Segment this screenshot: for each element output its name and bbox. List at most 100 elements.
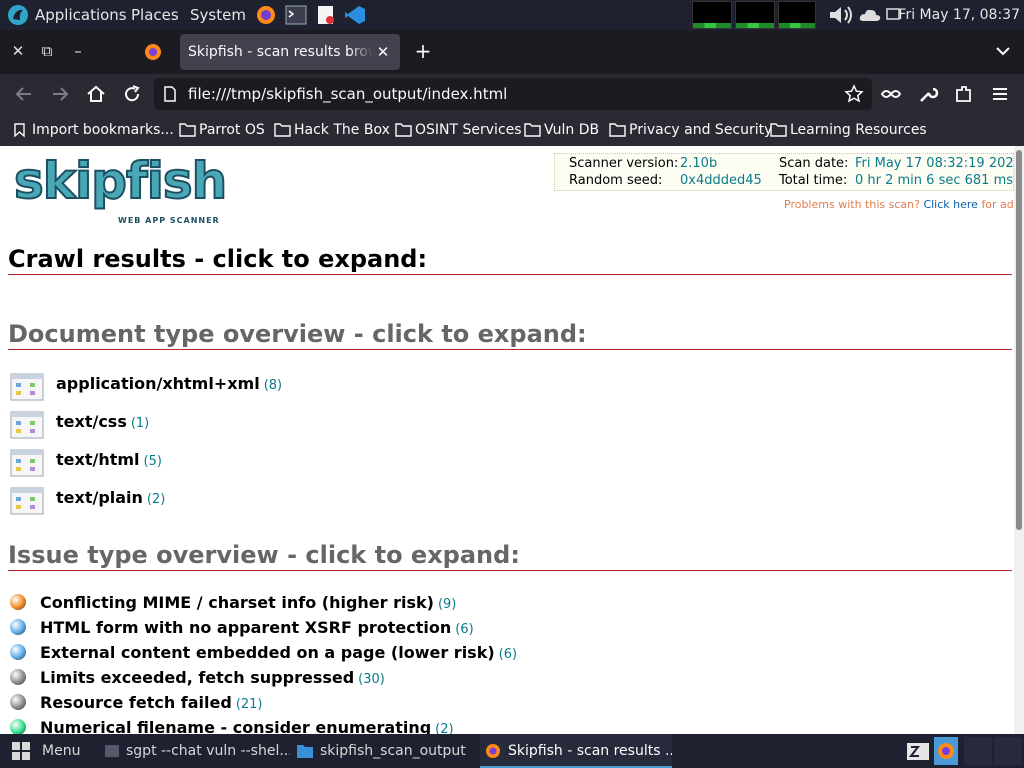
bookmark-star-icon[interactable]: [844, 84, 864, 104]
vscode-launcher-icon[interactable]: [344, 5, 366, 25]
document-type-icon: [10, 449, 44, 477]
tab-skipfish[interactable]: Skipfish - scan results browser ✕: [180, 34, 400, 70]
page-content: skipfish WEB APP SCANNER Scanner version…: [0, 146, 1014, 734]
firefox-icon: [938, 743, 954, 759]
doc-type-count: (1): [130, 416, 150, 431]
document-type-icon: [10, 487, 44, 515]
url-bar[interactable]: file:///tmp/skipfish_scan_output/index.h…: [154, 78, 872, 110]
bookmark-folder-vuln-db[interactable]: Vuln DB: [524, 114, 604, 146]
folder-icon: [395, 123, 412, 137]
system-top-panel: Applications Places System Fri May 17, 0…: [0, 0, 1024, 30]
memory-monitor-graph: [735, 1, 775, 29]
volume-icon[interactable]: [828, 4, 856, 26]
network-cloud-icon[interactable]: [858, 6, 882, 24]
workspace-1[interactable]: [964, 737, 992, 765]
bookmark-label: OSINT Services: [415, 122, 522, 138]
firefox-view-icon[interactable]: [144, 43, 162, 61]
folder-icon: [297, 745, 313, 758]
document-type-heading[interactable]: Document type overview - click to expand…: [8, 320, 1012, 350]
task-label: Skipfish - scan results ...: [508, 743, 672, 759]
back-arrow-icon[interactable]: [13, 83, 35, 105]
tab-close-icon[interactable]: ✕: [372, 41, 394, 63]
task-firefox[interactable]: Skipfish - scan results ...: [480, 734, 672, 768]
scrollbar-thumb[interactable]: [1016, 150, 1022, 530]
document-type-icon: [10, 411, 44, 439]
workspace-2[interactable]: [994, 737, 1022, 765]
problems-prefix: Problems with this scan?: [784, 198, 920, 211]
logo-text: skipfish: [13, 151, 228, 211]
doc-type-name: text/html: [56, 450, 140, 469]
task-label: skipfish_scan_output: [320, 743, 466, 759]
issue-name: Limits exceeded, fetch suppressed: [40, 668, 355, 687]
scanner-version-value: 2.10b: [680, 156, 718, 171]
reload-icon[interactable]: [121, 83, 143, 105]
doc-type-count: (8): [263, 378, 283, 393]
grid-menu-icon: [12, 742, 30, 760]
bookmark-label: Import bookmarks...: [32, 122, 174, 138]
window-close-icon[interactable]: ✕: [7, 40, 29, 62]
forward-arrow-icon[interactable]: [49, 83, 71, 105]
tray-firefox-indicator[interactable]: [934, 737, 958, 765]
task-terminal[interactable]: sgpt --chat vuln --shel...: [100, 734, 290, 768]
start-menu-button[interactable]: Menu: [0, 734, 90, 768]
problems-suffix: for advice.: [981, 198, 1014, 211]
issue-count: (6): [455, 622, 474, 637]
new-tab-icon[interactable]: +: [412, 40, 434, 62]
doc-type-name: text/css: [56, 412, 127, 431]
bookmark-import[interactable]: Import bookmarks...: [12, 114, 174, 146]
applications-menu[interactable]: Applications: [35, 0, 127, 30]
import-bookmarks-icon: [14, 123, 25, 138]
bookmark-folder-hack-the-box[interactable]: Hack The Box: [274, 114, 390, 146]
scanner-version-label: Scanner version:: [569, 156, 679, 171]
issue-name: External content embedded on a page (low…: [40, 643, 495, 662]
places-menu[interactable]: Places: [131, 0, 179, 30]
issue-type-heading[interactable]: Issue type overview - click to expand:: [8, 541, 1012, 571]
random-seed-value: 0x4ddded45: [680, 173, 762, 188]
risk-orange-icon: [10, 594, 26, 610]
parrot-logo-icon[interactable]: [7, 4, 29, 26]
page-scrollbar[interactable]: [1014, 146, 1024, 734]
issue-name: Resource fetch failed: [40, 693, 232, 712]
network-monitor-graph: [778, 1, 816, 29]
crawl-results-heading[interactable]: Crawl results - click to expand:: [8, 245, 1012, 275]
task-file-manager[interactable]: skipfish_scan_output: [292, 734, 472, 768]
hamburger-menu-icon[interactable]: [989, 83, 1011, 105]
folder-icon: [770, 123, 787, 137]
doc-type-name: text/plain: [56, 488, 143, 507]
issue-count: (9): [437, 597, 457, 612]
wrench-icon[interactable]: [917, 83, 939, 105]
scan-info-box: Scanner version: 2.10b Random seed: 0x4d…: [554, 153, 1014, 191]
chevron-down-icon[interactable]: [992, 40, 1014, 62]
document-type-icon: [10, 373, 44, 401]
task-label: sgpt --chat vuln --shel...: [126, 743, 290, 759]
terminal-launcher-icon[interactable]: [285, 5, 307, 25]
bookmark-label: Hack The Box: [294, 122, 390, 138]
window-restore-icon[interactable]: ⧉: [36, 40, 58, 62]
browser-nav-bar: file:///tmp/skipfish_scan_output/index.h…: [0, 74, 1024, 114]
browser-tab-bar: ✕ ⧉ – Skipfish - scan results browser ✕ …: [0, 30, 1024, 74]
system-menu[interactable]: System: [190, 0, 246, 30]
advice-link[interactable]: Click here: [923, 198, 978, 211]
clock[interactable]: Fri May 17, 08:37: [898, 0, 1020, 30]
window-minimize-icon[interactable]: –: [67, 40, 89, 62]
home-icon[interactable]: [85, 83, 107, 105]
bookmark-folder-parrot-os[interactable]: Parrot OS: [179, 114, 269, 146]
risk-blue-icon: [10, 619, 26, 635]
bookmarks-toolbar: Import bookmarks... Parrot OS Hack The B…: [0, 114, 1024, 146]
archive-tray-icon[interactable]: [906, 740, 930, 762]
url-text[interactable]: file:///tmp/skipfish_scan_output/index.h…: [188, 78, 507, 110]
bookmark-folder-learning-resources[interactable]: Learning Resources: [770, 114, 927, 146]
text-editor-launcher-icon[interactable]: [315, 5, 337, 25]
firefox-icon: [486, 744, 500, 758]
bookmark-folder-osint-services[interactable]: OSINT Services: [395, 114, 522, 146]
doc-type-count: (5): [143, 454, 162, 469]
bottom-taskbar: Menu sgpt --chat vuln --shel... skipfish…: [0, 734, 1024, 768]
extensions-icon[interactable]: [953, 83, 975, 105]
private-mask-icon[interactable]: [880, 83, 902, 105]
bookmark-label: Privacy and Security: [629, 122, 773, 138]
issue-count: (21): [235, 697, 263, 712]
firefox-launcher-icon[interactable]: [255, 5, 277, 25]
bookmark-folder-privacy-security[interactable]: Privacy and Security: [609, 114, 772, 146]
folder-icon: [274, 123, 291, 137]
skipfish-logo: skipfish WEB APP SCANNER: [13, 151, 228, 225]
